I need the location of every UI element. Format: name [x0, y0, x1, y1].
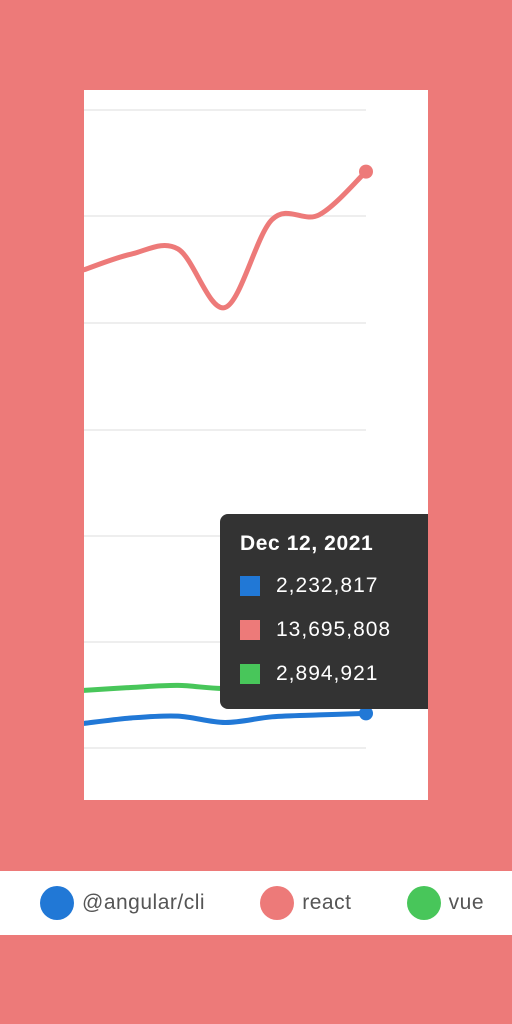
chart-legend: @angular/cli react vue — [0, 871, 512, 935]
tooltip-row-vue: 2,894,921 — [240, 652, 428, 696]
chart-tooltip: Dec 12, 2021 2,232,817 13,695,808 2,894,… — [220, 514, 428, 709]
legend-dot-vue — [406, 886, 441, 920]
tooltip-swatch-angular — [240, 576, 260, 596]
chart-area: Dec 12, 2021 2,232,817 13,695,808 2,894,… — [84, 90, 428, 800]
legend-item-vue[interactable]: vue — [406, 886, 484, 920]
tooltip-value-angular: 2,232,817 — [276, 574, 379, 597]
tooltip-row-angular: 2,232,817 — [240, 564, 428, 608]
legend-label-vue: vue — [448, 891, 484, 914]
legend-dot-react — [260, 886, 295, 920]
tooltip-swatch-react — [240, 620, 260, 640]
legend-dot-angular — [40, 886, 74, 920]
tooltip-value-react: 13,695,808 — [276, 618, 392, 641]
tooltip-value-vue: 2,894,921 — [276, 662, 379, 685]
series-point-react[interactable] — [359, 164, 373, 179]
tooltip-row-react: 13,695,808 — [240, 608, 428, 652]
tooltip-date: Dec 12, 2021 — [240, 532, 374, 555]
series-line-react — [84, 169, 369, 311]
legend-item-react[interactable]: react — [260, 886, 351, 920]
legend-item-angular[interactable]: @angular/cli — [40, 886, 205, 920]
tooltip-swatch-vue — [240, 664, 260, 684]
legend-label-angular: @angular/cli — [82, 891, 206, 914]
legend-label-react: react — [302, 891, 352, 914]
series-line-angular — [84, 710, 369, 726]
